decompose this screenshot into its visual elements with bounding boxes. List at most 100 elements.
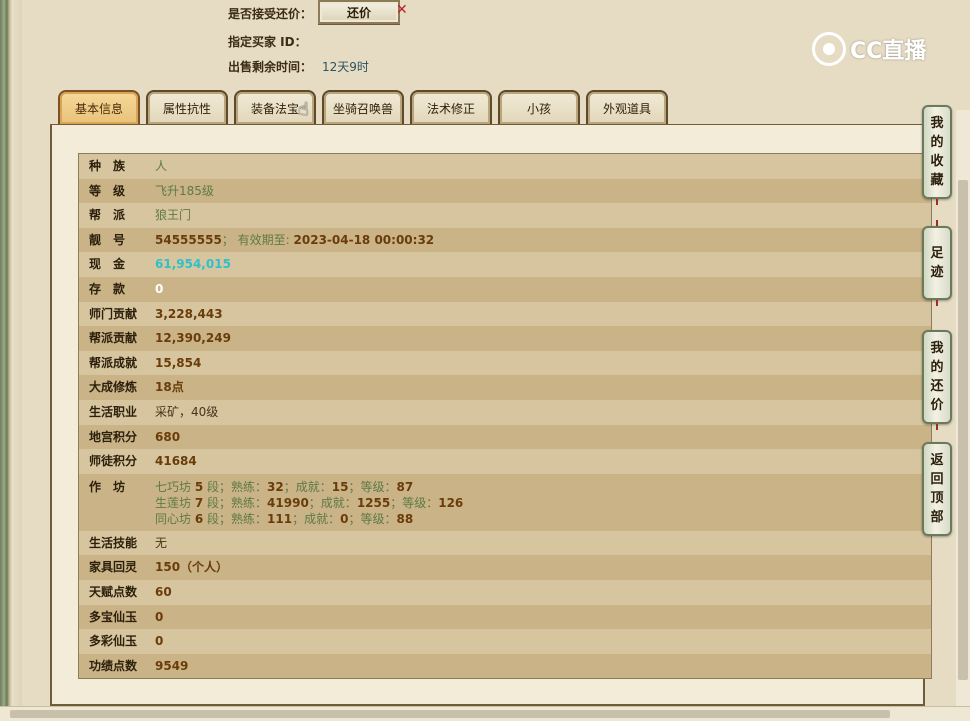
- row-label-merit: 功绩点数: [89, 658, 138, 673]
- side-my-counter: 我的还价: [922, 330, 952, 430]
- row-value-duocai: 0: [155, 634, 164, 649]
- table-row: 存 款 0: [79, 276, 931, 302]
- row-label-life-skill: 生活技能: [89, 535, 138, 550]
- table-row: 天赋点数 60: [79, 579, 931, 605]
- back-to-top-button[interactable]: 返回顶部: [922, 442, 952, 536]
- table-row: 多彩仙玉 0: [79, 629, 931, 654]
- cord-decoration: [936, 199, 938, 205]
- pretty-id-separator: ；: [221, 232, 234, 247]
- left-decorative-border: [0, 0, 22, 720]
- close-icon[interactable]: ✕: [396, 2, 408, 18]
- row-label-furniture: 家具回灵: [89, 560, 138, 575]
- row-label-cultivation: 大成修炼: [89, 380, 138, 395]
- row-label-deposit: 存 款: [89, 281, 126, 296]
- row-value-cash: 61,954,015: [155, 257, 231, 272]
- table-row: 功绩点数 9549: [79, 653, 931, 679]
- row-value-workshop: 七巧坊 5 段；熟练：32；成就：15；等级：87 生莲坊 7 段；熟练：419…: [155, 479, 463, 527]
- cord-decoration: [936, 424, 938, 430]
- hand-cursor-icon: ☝: [298, 99, 309, 120]
- horizontal-scrollbar[interactable]: [0, 706, 970, 721]
- row-label-life-job: 生活职业: [89, 404, 138, 419]
- row-label-level: 等 级: [89, 183, 126, 198]
- row-value-cultivation: 18点: [155, 380, 184, 395]
- row-value-faction-contrib: 12,390,249: [155, 331, 231, 346]
- table-row: 地宫积分 680: [79, 424, 931, 450]
- tab-spell-mods[interactable]: 法术修正: [410, 90, 492, 124]
- table-row: 多宝仙玉 0: [79, 604, 931, 630]
- counter-offer-button[interactable]: 还价: [318, 0, 400, 24]
- row-value-sect-contrib: 3,228,443: [155, 306, 223, 321]
- remaining-time-row: 出售剩余时间： 12天9时: [228, 58, 369, 75]
- row-label-talent: 天赋点数: [89, 584, 138, 599]
- tab-basic-info[interactable]: 基本信息: [58, 90, 140, 124]
- row-value-level: 飞升185级: [155, 183, 214, 198]
- row-label-race: 种 族: [89, 159, 126, 173]
- row-value-life-job: 采矿，40级: [155, 404, 219, 419]
- table-row: 帮派贡献 12,390,249: [79, 326, 931, 351]
- basic-info-table: 种 族 人 等 级 飞升185级 帮 派 狼王门 靓 号 54555555； 有…: [78, 153, 932, 680]
- tab-bar: 基本信息 属性抗性 装备法宝 坐骑召唤兽 法术修正 小孩 外观道具: [58, 90, 668, 124]
- row-value-life-skill: 无: [155, 535, 168, 550]
- row-label-duobao: 多宝仙玉: [89, 609, 138, 624]
- table-row: 等 级 飞升185级: [79, 178, 931, 204]
- row-label-pretty-id: 靓 号: [89, 232, 126, 247]
- row-value-race: 人: [155, 159, 168, 173]
- row-label-cash: 现 金: [89, 257, 126, 272]
- accept-counter-label: 是否接受还价：: [228, 7, 313, 21]
- buyer-id-label: 指定买家 ID：: [228, 35, 307, 49]
- footprint-button[interactable]: 足迹: [922, 226, 952, 300]
- tab-attributes[interactable]: 属性抗性: [146, 90, 228, 124]
- table-row: 师门贡献 3,228,443: [79, 301, 931, 327]
- row-label-duocai: 多彩仙玉: [89, 634, 138, 649]
- table-row: 靓 号 54555555； 有效期至: 2023-04-18 00:00:32: [79, 227, 931, 253]
- table-row: 现 金 61,954,015: [79, 252, 931, 277]
- pretty-id-valid-label: 有效期至:: [237, 232, 290, 247]
- workshop-line: 生莲坊 7 段；熟练：41990；成就：1255；等级：126: [155, 495, 464, 510]
- table-row: 种 族 人: [79, 154, 931, 179]
- table-row: 师徒积分 41684: [79, 449, 931, 474]
- row-value-furniture: 150（个人）: [155, 560, 229, 575]
- workshop-line: 七巧坊 5 段；熟练：32；成就：15；等级：87: [155, 479, 414, 494]
- remaining-time-value: 12天9时: [322, 60, 369, 74]
- table-row: 帮派成就 15,854: [79, 350, 931, 376]
- h-scroll-thumb[interactable]: [10, 710, 890, 718]
- row-value-deposit: 0: [155, 281, 164, 296]
- tab-children[interactable]: 小孩: [498, 90, 580, 124]
- row-label-dungeon-points: 地宫积分: [89, 429, 138, 444]
- row-value-dungeon-points: 680: [155, 429, 181, 444]
- pretty-id-valid-date: 2023-04-18 00:00:32: [293, 232, 435, 247]
- table-row: 生活职业 采矿，40级: [79, 399, 931, 425]
- remaining-time-label: 出售剩余时间：: [228, 60, 313, 74]
- scroll-thumb[interactable]: [958, 180, 968, 680]
- tab-appearance[interactable]: 外观道具: [586, 90, 668, 124]
- row-label-faction-achieve: 帮派成就: [89, 355, 138, 370]
- row-value-duobao: 0: [155, 609, 164, 624]
- side-footprint: 足迹: [922, 220, 952, 306]
- row-value-merit: 9549: [155, 658, 189, 673]
- row-value-faction: 狼王门: [155, 208, 192, 223]
- row-value-talent: 60: [155, 584, 172, 599]
- side-back-top: 返回顶部: [922, 442, 952, 536]
- side-favorites: 我的收藏: [922, 105, 952, 205]
- my-favorites-button[interactable]: 我的收藏: [922, 105, 952, 199]
- row-label-mentor-points: 师徒积分: [89, 454, 138, 469]
- table-row: 家具回灵 150（个人）: [79, 555, 931, 580]
- table-row: 大成修炼 18点: [79, 375, 931, 400]
- my-counter-offers-button[interactable]: 我的还价: [922, 330, 952, 424]
- pretty-id-number: 54555555: [155, 232, 222, 247]
- cc-live-logo: CC直播: [812, 32, 926, 66]
- row-label-sect-contrib: 师门贡献: [89, 306, 138, 321]
- row-label-workshop: 作 坊: [89, 479, 126, 494]
- row-label-faction-contrib: 帮派贡献: [89, 331, 138, 346]
- tab-mounts-pets[interactable]: 坐骑召唤兽: [322, 90, 404, 124]
- vertical-scrollbar[interactable]: [956, 110, 970, 710]
- table-row: 作 坊 七巧坊 5 段；熟练：32；成就：15；等级：87 生莲坊 7 段；熟练…: [79, 473, 931, 531]
- row-label-faction: 帮 派: [89, 208, 126, 223]
- cord-decoration: [936, 300, 938, 306]
- logo-text: CC直播: [850, 39, 927, 64]
- row-value-mentor-points: 41684: [155, 454, 197, 469]
- table-row: 帮 派 狼王门: [79, 203, 931, 228]
- row-value-faction-achieve: 15,854: [155, 355, 202, 370]
- table-row: 生活技能 无: [79, 530, 931, 556]
- row-value-pretty-id: 54555555； 有效期至: 2023-04-18 00:00:32: [155, 228, 434, 253]
